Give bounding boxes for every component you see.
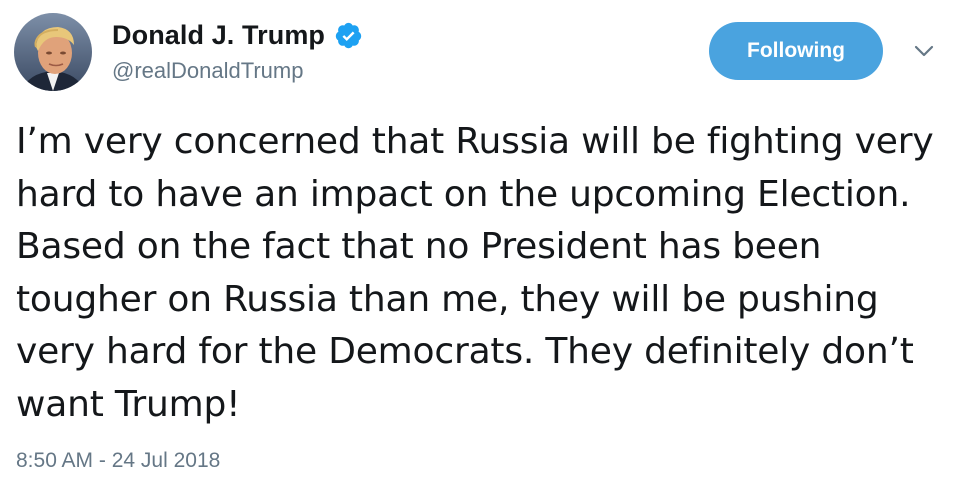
chevron-down-icon[interactable] — [913, 43, 935, 59]
display-name[interactable]: Donald J. Trump — [112, 20, 325, 51]
author-handle[interactable]: @realDonaldTrump — [112, 58, 303, 84]
following-button[interactable]: Following — [709, 22, 883, 80]
tweet-timestamp[interactable]: 8:50 AM - 24 Jul 2018 — [16, 449, 220, 473]
avatar[interactable] — [14, 13, 92, 91]
author-name-row[interactable]: Donald J. Trump — [112, 16, 363, 54]
verified-badge-icon — [334, 21, 363, 50]
tweet-card: Donald J. Trump @realDonaldTrump Followi… — [0, 0, 954, 485]
profile-photo-icon — [14, 13, 92, 91]
tweet-text: I’m very concerned that Russia will be f… — [16, 121, 934, 425]
